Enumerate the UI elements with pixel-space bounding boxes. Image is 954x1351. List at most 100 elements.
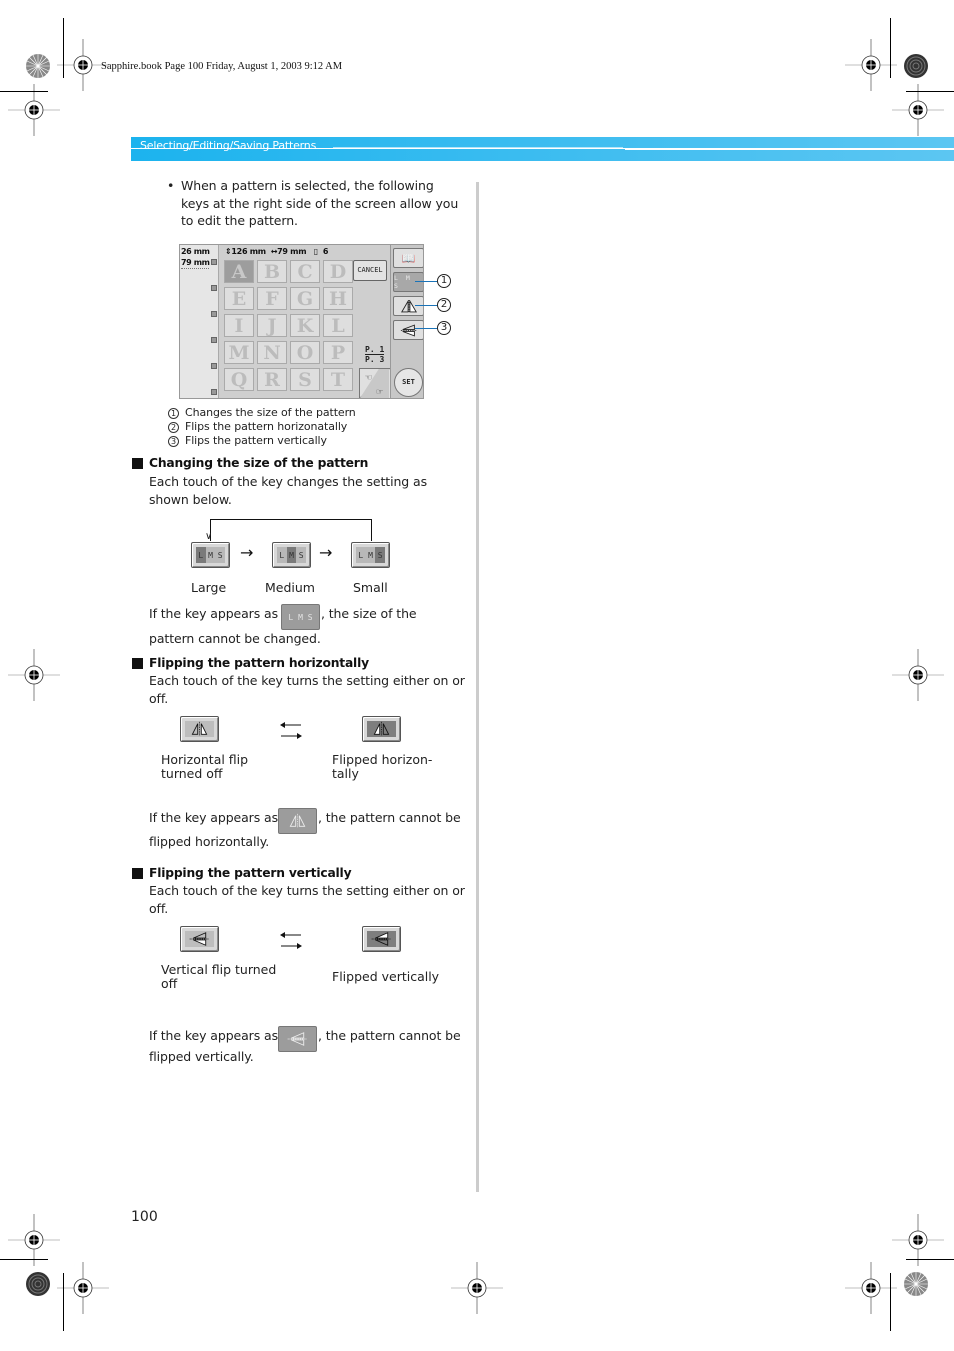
size-disabled-note: If the key appears as bbox=[149, 605, 278, 623]
text-line: off. bbox=[149, 690, 169, 706]
cancel-button[interactable]: CANCEL bbox=[353, 260, 387, 281]
crop-line bbox=[63, 18, 64, 78]
pattern-letter-d[interactable]: D bbox=[323, 260, 353, 283]
category-tabs bbox=[210, 245, 218, 398]
embroidery-screen: 26 mm 79 mm ⇕126 mm ↔79 mm ▯ 6 ABCD EFGH I… bbox=[179, 244, 424, 399]
text-span: , the pattern cannot be bbox=[318, 810, 461, 825]
tab[interactable] bbox=[211, 311, 217, 317]
key-letter: M bbox=[298, 613, 303, 622]
vflip-description: Each touch of the key turns the setting … bbox=[149, 882, 465, 917]
toggle-arrows-icon bbox=[280, 722, 302, 739]
help-button[interactable]: 📖 bbox=[393, 248, 423, 268]
text-line: flipped horizontally. bbox=[149, 834, 270, 849]
vflip-key-off bbox=[180, 926, 219, 952]
tab[interactable] bbox=[211, 337, 217, 343]
pattern-letter-b[interactable]: B bbox=[257, 260, 287, 283]
key-letter: L bbox=[196, 547, 206, 563]
pattern-letter-c[interactable]: C bbox=[290, 260, 320, 283]
size-key-small: LMS bbox=[351, 542, 390, 568]
legend-text: Changes the size of the pattern bbox=[185, 406, 356, 419]
section-title: Selecting/Editing/Saving Patterns bbox=[140, 139, 317, 152]
pattern-letter-t[interactable]: T bbox=[323, 368, 353, 391]
page-turn-button[interactable]: ☜ ☞ bbox=[359, 368, 391, 398]
pattern-letter-l[interactable]: L bbox=[323, 314, 353, 337]
pattern-letter-n[interactable]: N bbox=[257, 341, 287, 364]
star-target-icon bbox=[25, 53, 51, 79]
page-total: P. 3 bbox=[365, 355, 385, 364]
vflip-off-label: Vertical flip turned off bbox=[161, 963, 276, 991]
intro-line: keys at the right side of the screen all… bbox=[181, 195, 459, 211]
text-line: Vertical flip turned bbox=[161, 962, 277, 977]
pattern-info: ⇕126 mm ↔79 mm ▯ 6 bbox=[225, 247, 328, 256]
page-current: P. 1 bbox=[365, 345, 385, 355]
pattern-letter-a[interactable]: A bbox=[224, 260, 254, 283]
hflip-on-label: Flipped horizon- tally bbox=[332, 753, 432, 781]
column-divider bbox=[476, 182, 479, 1192]
vertical-flip-key[interactable] bbox=[393, 320, 423, 340]
crop-line bbox=[63, 1273, 64, 1331]
pattern-letter-o[interactable]: O bbox=[290, 341, 320, 364]
tab[interactable] bbox=[211, 389, 217, 395]
pattern-letter-g[interactable]: G bbox=[290, 287, 320, 310]
key-letter: M bbox=[368, 551, 373, 560]
pattern-letter-p[interactable]: P bbox=[323, 341, 353, 364]
legend-item: 1 Changes the size of the pattern bbox=[168, 406, 356, 420]
section-square-icon bbox=[132, 868, 143, 879]
callout-1: 1 bbox=[437, 274, 451, 288]
pattern-letter-q[interactable]: Q bbox=[224, 368, 254, 391]
text-line: flipped vertically. bbox=[149, 1049, 254, 1064]
size-key[interactable]: L M S bbox=[393, 272, 423, 292]
crop-line bbox=[890, 1273, 891, 1331]
size-key-medium: LMS bbox=[272, 542, 311, 568]
crosshair-target-icon bbox=[4, 80, 64, 140]
key-letter: S bbox=[298, 551, 304, 560]
text-line: Flipped horizon- bbox=[332, 752, 433, 767]
set-button[interactable]: SET bbox=[394, 368, 423, 397]
pattern-letter-m[interactable]: M bbox=[224, 341, 254, 364]
text-line: Each touch of the key turns the setting … bbox=[149, 673, 465, 688]
text-line: shown below. bbox=[149, 491, 232, 507]
size-label-small: Small bbox=[353, 580, 388, 595]
text-line: Each touch of the key changes the settin… bbox=[149, 474, 427, 489]
crosshair-target-icon bbox=[888, 645, 948, 705]
size-key-large: LMS bbox=[191, 542, 230, 568]
thread-icon: ▯ bbox=[313, 247, 318, 256]
key-letter: M bbox=[286, 547, 297, 563]
lms-label: L M S bbox=[394, 274, 412, 290]
horizontal-flip-key[interactable] bbox=[393, 296, 423, 316]
tab[interactable] bbox=[211, 363, 217, 369]
legend-text: Flips the pattern horizonatally bbox=[185, 420, 348, 433]
legend-num: 2 bbox=[168, 422, 179, 433]
pattern-letter-s[interactable]: S bbox=[290, 368, 320, 391]
pattern-letter-e[interactable]: E bbox=[224, 287, 254, 310]
letter-grid-area: ⇕126 mm ↔79 mm ▯ 6 ABCDEFGHIJKLMNOPQRST … bbox=[218, 245, 391, 398]
hflip-off-label: Horizontal flip turned off bbox=[161, 753, 248, 781]
horizontal-flip-icon bbox=[289, 813, 306, 829]
page-number: 100 bbox=[131, 1209, 158, 1225]
pattern-letter-h[interactable]: H bbox=[323, 287, 353, 310]
vflip-on-label: Flipped vertically bbox=[332, 969, 440, 984]
key-letter: L bbox=[358, 551, 364, 560]
pattern-letter-i[interactable]: I bbox=[224, 314, 254, 337]
pattern-letter-f[interactable]: F bbox=[257, 287, 287, 310]
text-span: If the key appears as bbox=[149, 810, 278, 825]
hflip-key-disabled bbox=[278, 808, 317, 834]
pattern-letter-r[interactable]: R bbox=[257, 368, 287, 391]
callout-legend: 1 Changes the size of the pattern 2 Flips … bbox=[168, 406, 356, 448]
tab[interactable] bbox=[211, 285, 217, 291]
toggle-arrows-icon bbox=[280, 932, 302, 949]
pattern-letter-j[interactable]: J bbox=[257, 314, 287, 337]
hand-pointer-icon: ☜ ☞ bbox=[360, 369, 390, 398]
tab[interactable] bbox=[211, 259, 217, 265]
bullet-icon: • bbox=[167, 178, 175, 193]
legend-num: 3 bbox=[168, 436, 179, 447]
gray-target-icon bbox=[903, 53, 929, 79]
edit-keys-column: 📖 L M S SET bbox=[390, 245, 423, 398]
callout-leader bbox=[415, 305, 437, 306]
pattern-letter-k[interactable]: K bbox=[290, 314, 320, 337]
info-width: 79 mm bbox=[277, 247, 307, 256]
crosshair-target-icon bbox=[888, 80, 948, 140]
callout-leader bbox=[415, 281, 437, 282]
pattern-height: 79 mm bbox=[181, 258, 210, 267]
vertical-flip-icon bbox=[400, 323, 417, 337]
